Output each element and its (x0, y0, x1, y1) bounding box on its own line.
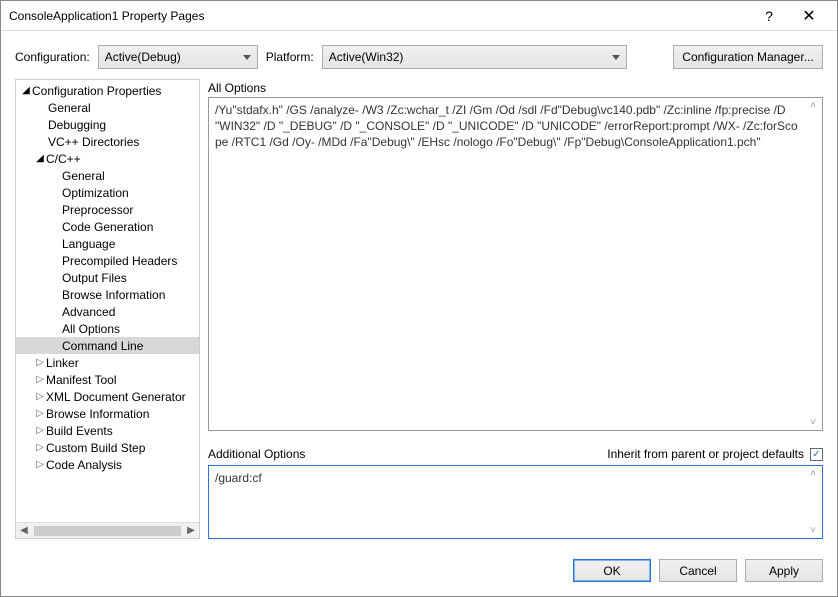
apply-button[interactable]: Apply (745, 559, 823, 582)
inherit-label: Inherit from parent or project defaults (607, 447, 804, 461)
scroll-left-icon: ◀ (16, 525, 32, 536)
textbox-scrollbar[interactable]: ˄˅ (806, 100, 820, 428)
collapse-icon: ◢ (20, 85, 32, 96)
additional-options-textbox[interactable]: /guard:cf ˄˅ (208, 465, 823, 539)
expand-icon: ▷ (34, 408, 46, 419)
tree-item[interactable]: Advanced (16, 303, 199, 320)
expand-icon: ▷ (34, 391, 46, 402)
scroll-down-icon: ˅ (810, 525, 816, 536)
scroll-thumb[interactable] (34, 526, 181, 536)
tree-item[interactable]: Precompiled Headers (16, 252, 199, 269)
tree-item-command-line[interactable]: Command Line (16, 337, 199, 354)
inherit-row: Additional Options Inherit from parent o… (208, 445, 823, 463)
tree-item[interactable]: Code Generation (16, 218, 199, 235)
tree-root[interactable]: ◢Configuration Properties (16, 82, 199, 99)
expand-icon: ▷ (34, 442, 46, 453)
right-panel: All Options /Yu"stdafx.h" /GS /analyze- … (208, 79, 823, 539)
tree-item[interactable]: Language (16, 235, 199, 252)
tree-item[interactable]: General (16, 167, 199, 184)
close-button[interactable]: ✕ (789, 2, 829, 30)
tree-item[interactable]: ▷Linker (16, 354, 199, 371)
expand-icon: ▷ (34, 459, 46, 470)
tree-cpp[interactable]: ◢C/C++ (16, 150, 199, 167)
configuration-label: Configuration: (15, 50, 90, 64)
expand-icon: ▷ (34, 357, 46, 368)
cancel-button[interactable]: Cancel (659, 559, 737, 582)
tree-item[interactable]: ▷Browse Information (16, 405, 199, 422)
tree[interactable]: ◢Configuration Properties General Debugg… (16, 80, 199, 522)
tree-item[interactable]: ▷Code Analysis (16, 456, 199, 473)
main-area: ◢Configuration Properties General Debugg… (1, 79, 837, 549)
scroll-down-icon: ˅ (810, 417, 816, 428)
tree-item[interactable]: ▷Custom Build Step (16, 439, 199, 456)
tree-item[interactable]: ▷Manifest Tool (16, 371, 199, 388)
help-button[interactable]: ? (749, 2, 789, 30)
scroll-up-icon: ˄ (810, 468, 816, 479)
tree-item[interactable]: Preprocessor (16, 201, 199, 218)
additional-options-text: /guard:cf (209, 466, 822, 490)
tree-item[interactable]: General (16, 99, 199, 116)
expand-icon: ▷ (34, 425, 46, 436)
all-options-text: /Yu"stdafx.h" /GS /analyze- /W3 /Zc:wcha… (209, 98, 822, 155)
expand-icon: ▷ (34, 374, 46, 385)
textbox-scrollbar[interactable]: ˄˅ (806, 468, 820, 536)
tree-horizontal-scrollbar[interactable]: ◀ ▶ (16, 522, 199, 538)
tree-item[interactable]: Optimization (16, 184, 199, 201)
tree-item[interactable]: Output Files (16, 269, 199, 286)
tree-item[interactable]: All Options (16, 320, 199, 337)
inherit-checkbox[interactable]: ✓ (810, 448, 823, 461)
scroll-up-icon: ˄ (810, 100, 816, 111)
all-options-label: All Options (208, 79, 823, 97)
platform-label: Platform: (266, 50, 314, 64)
configuration-manager-button[interactable]: Configuration Manager... (673, 45, 823, 69)
property-pages-window: ConsoleApplication1 Property Pages ? ✕ C… (0, 0, 838, 597)
titlebar: ConsoleApplication1 Property Pages ? ✕ (1, 1, 837, 31)
config-row: Configuration: Active(Debug) Platform: A… (1, 31, 837, 79)
tree-item[interactable]: Debugging (16, 116, 199, 133)
additional-options-label: Additional Options (208, 445, 305, 463)
ok-button[interactable]: OK (573, 559, 651, 582)
dialog-footer: OK Cancel Apply (1, 549, 837, 596)
tree-panel: ◢Configuration Properties General Debugg… (15, 79, 200, 539)
tree-item[interactable]: VC++ Directories (16, 133, 199, 150)
window-title: ConsoleApplication1 Property Pages (9, 9, 749, 23)
tree-item[interactable]: Browse Information (16, 286, 199, 303)
tree-item[interactable]: ▷Build Events (16, 422, 199, 439)
platform-combo[interactable]: Active(Win32) (322, 45, 627, 69)
tree-item[interactable]: ▷XML Document Generator (16, 388, 199, 405)
all-options-textbox[interactable]: /Yu"stdafx.h" /GS /analyze- /W3 /Zc:wcha… (208, 97, 823, 431)
scroll-right-icon: ▶ (183, 525, 199, 536)
collapse-icon: ◢ (34, 153, 46, 164)
configuration-combo[interactable]: Active(Debug) (98, 45, 258, 69)
